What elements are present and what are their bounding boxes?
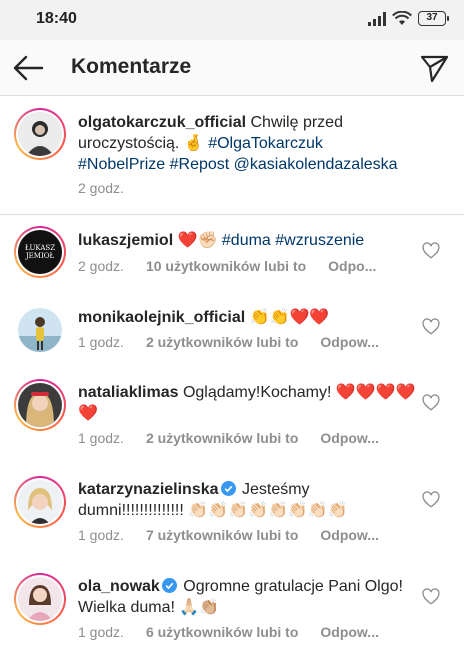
comment-text: lukaszjemiol ❤️✊🏻 #duma #wzruszenie [78,230,416,251]
portrait-image [18,383,62,427]
hashtag-link[interactable]: #OlgaTokarczuk [208,135,323,152]
hashtag-link[interactable]: #wzruszenie [275,232,364,249]
comment-item: ŁUKASZ JEMIOŁ lukaszjemiol ❤️✊🏻 #duma #w… [0,216,464,313]
portrait-image [18,480,62,524]
signal-icon [368,11,386,26]
comment-time: 1 godz. [78,527,124,543]
comment-likes-count[interactable]: 2 użytkowników lubi to [146,334,298,350]
comment-text: ola_nowak Ogromne gratulacje Pani Olgo! … [78,576,416,618]
comment-text: monikaolejnik_official 👏👏❤️❤️ [78,307,416,328]
reply-button[interactable]: Odpo... [328,258,376,274]
portrait-image [18,577,62,621]
avatar-logo-text: ŁUKASZ JEMIOŁ [24,244,56,260]
caption-meta: 2 godz. [78,180,124,196]
reply-button[interactable]: Odpow... [320,430,379,446]
verified-badge-icon [161,578,177,593]
commenter-avatar[interactable] [18,308,62,352]
comment-username[interactable]: ola_nowak [78,578,160,595]
header-bar: Komentarze [0,40,464,96]
direct-send-icon[interactable] [419,53,449,83]
commenter-avatar[interactable] [14,476,66,528]
reply-button[interactable]: Odpow... [320,334,379,350]
comment-item: monikaolejnik_official 👏👏❤️❤️ 1 godz. 2 u… [0,308,464,375]
comment-time: 2 godz. [78,258,124,274]
comment-meta: 1 godz. 2 użytkowników lubi to Odpow... [78,334,379,350]
comment-body: ❤️✊🏻 [173,232,222,249]
heart-icon[interactable] [422,242,440,260]
comment-likes-count[interactable]: 10 użytkowników lubi to [146,258,306,274]
heart-icon[interactable] [422,318,440,336]
comment-likes-count[interactable]: 7 użytkowników lubi to [146,527,298,543]
comment-username[interactable]: nataliaklimas [78,384,179,401]
caption-time: 2 godz. [78,180,124,196]
caption-avatar[interactable] [14,108,66,160]
caption-text: olgatokarczuk_official Chwilę przed uroc… [78,112,434,175]
caption-username[interactable]: olgatokarczuk_official [78,114,246,131]
post-caption: olgatokarczuk_official Chwilę przed uroc… [0,97,464,215]
comment-meta: 1 godz. 2 użytkowników lubi to Odpow... [78,430,379,446]
comment-item: katarzynazielinska Jesteśmy dumni!!!!!!!… [0,467,464,564]
comment-text: katarzynazielinska Jesteśmy dumni!!!!!!!… [78,479,416,521]
hashtag-link[interactable]: #Repost [170,156,230,173]
comment-username[interactable]: monikaolejnik_official [78,309,245,326]
page-title: Komentarze [71,55,192,78]
heart-icon[interactable] [422,394,440,412]
heart-icon[interactable] [422,491,440,509]
status-bar: 18:40 37 [0,0,464,40]
comment-item: ola_nowak Ogromne gratulacje Pani Olgo! … [0,564,464,660]
comment-meta: 1 godz. 6 użytkowników lubi to Odpow... [78,624,379,640]
battery-level: 37 [426,12,438,23]
comment-body: 👏👏❤️❤️ [245,309,330,326]
wifi-icon [392,11,412,25]
mention-link[interactable]: @kasiakolendazaleska [234,156,398,173]
comment-username[interactable]: katarzynazielinska [78,481,219,498]
hashtag-link[interactable]: #duma [222,232,271,249]
comment-meta: 2 godz. 10 użytkowników lubi to Odpo... [78,258,376,274]
comment-likes-count[interactable]: 2 użytkowników lubi to [146,430,298,446]
commenter-avatar[interactable] [14,379,66,431]
verified-badge-icon [220,481,236,496]
status-time: 18:40 [36,10,77,27]
reply-button[interactable]: Odpow... [320,527,379,543]
comment-time: 1 godz. [78,334,124,350]
commenter-avatar[interactable]: ŁUKASZ JEMIOŁ [14,226,66,278]
hashtag-link[interactable]: #NobelPrize [78,156,165,173]
battery-icon: 37 [418,11,449,26]
heart-icon[interactable] [422,588,440,606]
comment-text: nataliaklimas Oglądamy!Kochamy! ❤️❤️❤️❤️… [78,382,416,424]
comment-time: 1 godz. [78,430,124,446]
comment-meta: 1 godz. 7 użytkowników lubi to Odpow... [78,527,379,543]
back-arrow-icon[interactable] [12,53,44,83]
status-icons: 37 [368,11,449,26]
comment-time: 1 godz. [78,624,124,640]
comment-item: nataliaklimas Oglądamy!Kochamy! ❤️❤️❤️❤️… [0,370,464,467]
portrait-image [18,308,62,352]
comment-likes-count[interactable]: 6 użytkowników lubi to [146,624,298,640]
reply-button[interactable]: Odpow... [320,624,379,640]
portrait-image [18,112,62,156]
comment-username[interactable]: lukaszjemiol [78,232,173,249]
commenter-avatar[interactable] [14,573,66,625]
